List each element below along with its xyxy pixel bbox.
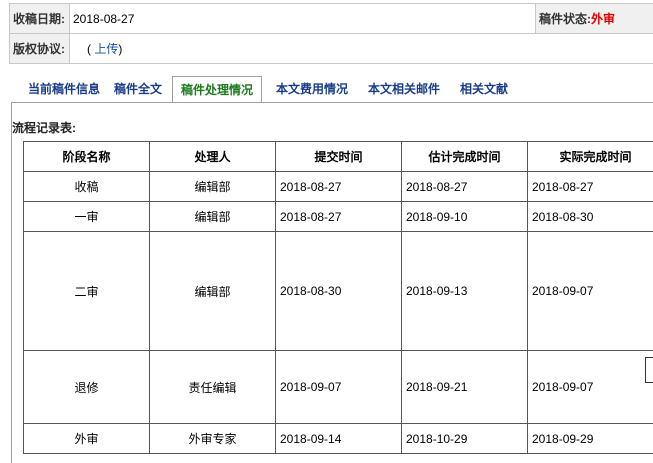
status-cell: 稿件状态:外审 (536, 4, 653, 34)
status-value: 外审 (591, 12, 615, 26)
cursor-bracket-icon (645, 357, 653, 383)
cell-submitted: 2018-08-27 (276, 202, 402, 232)
table-header-row: 阶段名称 处理人 提交时间 估计完成时间 实际完成时间 (24, 142, 653, 172)
table-row: 二审 编辑部 2018-08-30 2018-09-13 2018-09-07 (24, 232, 653, 351)
header-estimated: 估计完成时间 (402, 142, 528, 172)
tab-fees[interactable]: 本文费用情况 (273, 78, 351, 101)
cell-actual: 2018-09-07 (528, 232, 653, 351)
flow-record-title: 流程记录表: (12, 119, 76, 136)
received-date-label: 收稿日期: (10, 4, 70, 34)
cell-stage: 收稿 (24, 172, 150, 202)
cell-actual: 2018-08-27 (528, 172, 653, 202)
cell-estimated: 2018-08-27 (402, 172, 528, 202)
table-row: 收稿 编辑部 2018-08-27 2018-08-27 2018-08-27 (24, 172, 653, 202)
cell-stage: 外审 (24, 424, 150, 454)
header-actual: 实际完成时间 (528, 142, 653, 172)
tab-processing-status[interactable]: 稿件处理情况 (172, 76, 262, 102)
copyright-close-paren: ) (118, 42, 122, 56)
cell-estimated: 2018-10-29 (402, 424, 528, 454)
received-date-row: 收稿日期: 2018-08-27 稿件状态:外审 (10, 4, 653, 34)
table-row: 外审 外审专家 2018-09-14 2018-10-29 2018-09-29 (24, 424, 653, 454)
cell-submitted: 2018-09-07 (276, 351, 402, 424)
tab-bar: 当前稿件信息 稿件全文 稿件处理情况 本文费用情况 本文相关邮件 相关文献 (11, 76, 653, 103)
cell-handler: 外审专家 (150, 424, 276, 454)
tab-related-mail[interactable]: 本文相关邮件 (365, 78, 443, 101)
cell-actual: 2018-09-07 (528, 351, 653, 424)
status-label: 稿件状态: (539, 12, 591, 26)
cell-submitted: 2018-08-30 (276, 232, 402, 351)
cell-actual: 2018-08-30 (528, 202, 653, 232)
cell-submitted: 2018-08-27 (276, 172, 402, 202)
cell-estimated: 2018-09-13 (402, 232, 528, 351)
cell-handler: 编辑部 (150, 202, 276, 232)
cell-stage: 二审 (24, 232, 150, 351)
received-date-value: 2018-08-27 (70, 4, 536, 34)
manuscript-info-table: 收稿日期: 2018-08-27 稿件状态:外审 版权协议: ( 上传) (9, 3, 653, 64)
cell-handler: 责任编辑 (150, 351, 276, 424)
cell-actual: 2018-09-29 (528, 424, 653, 454)
cell-handler: 编辑部 (150, 172, 276, 202)
copyright-value: ( 上传) (70, 34, 653, 64)
table-row: 退修 责任编辑 2018-09-07 2018-09-21 2018-09-07 (24, 351, 653, 424)
upload-link[interactable]: 上传 (94, 42, 118, 56)
flow-record-table: 阶段名称 处理人 提交时间 估计完成时间 实际完成时间 收稿 编辑部 2018-… (23, 141, 653, 454)
cell-handler: 编辑部 (150, 232, 276, 351)
header-stage: 阶段名称 (24, 142, 150, 172)
tab-current-info[interactable]: 当前稿件信息 (21, 78, 107, 101)
header-submitted: 提交时间 (276, 142, 402, 172)
cell-stage: 退修 (24, 351, 150, 424)
tab-related-literature[interactable]: 相关文献 (457, 78, 511, 101)
cell-estimated: 2018-09-10 (402, 202, 528, 232)
table-row: 一审 编辑部 2018-08-27 2018-09-10 2018-08-30 (24, 202, 653, 232)
cell-stage: 一审 (24, 202, 150, 232)
cell-estimated: 2018-09-21 (402, 351, 528, 424)
tab-full-text[interactable]: 稿件全文 (111, 78, 165, 101)
cell-submitted: 2018-09-14 (276, 424, 402, 454)
copyright-label: 版权协议: (10, 34, 70, 64)
copyright-open-paren: ( (73, 42, 91, 56)
copyright-row: 版权协议: ( 上传) (10, 34, 653, 64)
header-handler: 处理人 (150, 142, 276, 172)
